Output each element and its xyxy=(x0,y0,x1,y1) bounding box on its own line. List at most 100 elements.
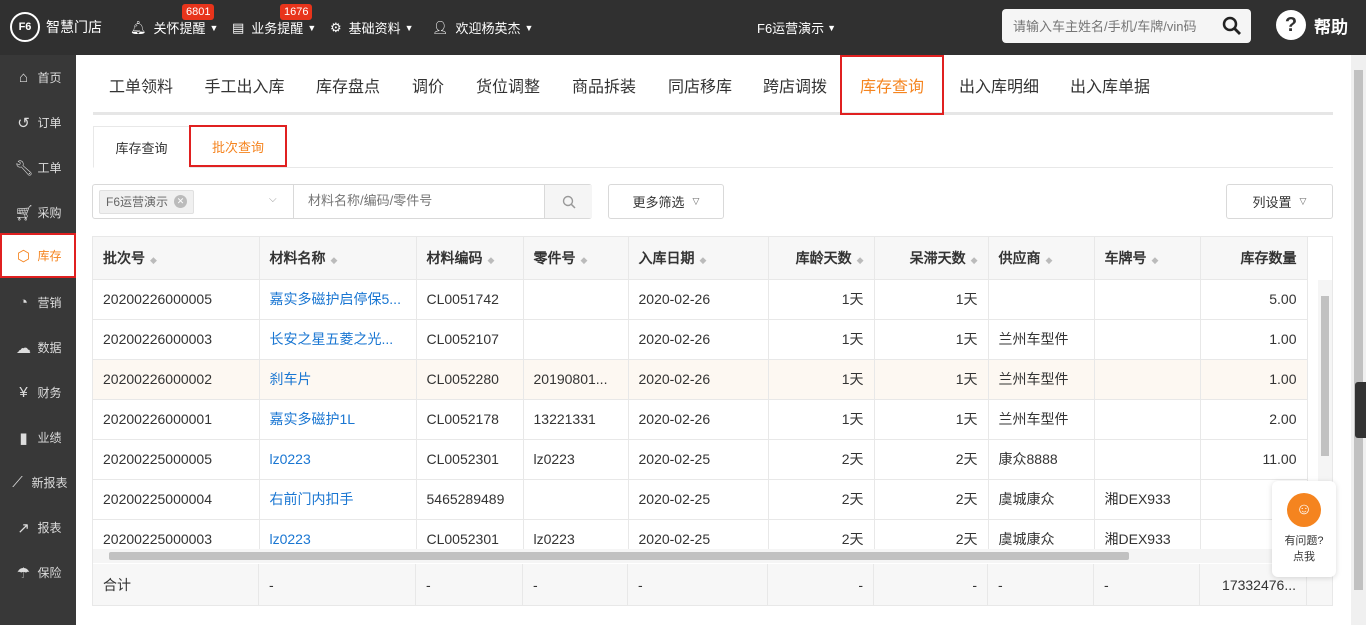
more-filters-button[interactable]: 更多筛选 ▽ xyxy=(608,184,724,219)
cell-supplier xyxy=(988,279,1095,320)
tab-stocktake[interactable]: 库存盘点 xyxy=(300,55,396,115)
sidebar-item-home[interactable]: ⌂ 首页 xyxy=(0,55,76,100)
sidebar-item-new-reports[interactable]: ⟋ 新报表 xyxy=(0,460,76,505)
summary-cell: - xyxy=(988,564,1094,605)
floating-help-widget[interactable]: ☺ 有问题? 点我 xyxy=(1272,481,1336,577)
column-header[interactable]: 批次号 ◆ xyxy=(93,237,260,280)
cell-material-name-link[interactable]: 嘉实多磁护1L xyxy=(259,399,417,440)
summary-row: 合计 - - - - - - - - 17332476... xyxy=(93,564,1332,605)
wrench-icon: 🔧︎ xyxy=(14,159,34,177)
tab-manual-in-out[interactable]: 手工出入库 xyxy=(189,55,300,115)
cell-stock-age: 1天 xyxy=(768,279,875,320)
subtab-batch-query[interactable]: 批次查询 xyxy=(189,125,287,167)
cell-supplier: 兰州车型件 xyxy=(988,399,1095,440)
bar-chart-icon: ▮ xyxy=(19,429,28,447)
cell-material-code: CL0052301 xyxy=(416,439,524,480)
more-filters-label: 更多筛选 xyxy=(632,195,685,210)
nav-user[interactable]: 👤︎ 欢迎杨英杰 ▼ xyxy=(432,0,533,55)
page-vertical-scrollbar[interactable] xyxy=(1351,55,1366,625)
logo[interactable]: F6 智慧门店 xyxy=(10,12,102,42)
cell-material-name-link[interactable]: 嘉实多磁护启停保5... xyxy=(259,279,417,320)
cell-stock-age: 1天 xyxy=(768,359,875,400)
tab-inventory-query[interactable]: 库存查询 xyxy=(840,55,944,115)
cell-plate-no xyxy=(1094,399,1201,440)
column-header[interactable]: 材料编码 ◆ xyxy=(416,237,524,280)
store-switcher[interactable]: F6运营演示 ▼ xyxy=(757,0,836,55)
cell-supplier: 兰州车型件 xyxy=(988,319,1095,360)
column-settings-button[interactable]: 列设置 ▽ xyxy=(1226,184,1333,219)
sidebar-item-marketing[interactable]: ◔ 营销 xyxy=(0,280,76,325)
subtab-inventory-query[interactable]: 库存查询 xyxy=(93,126,190,168)
side-drawer-handle[interactable] xyxy=(1355,382,1366,438)
sidebar-item-inventory[interactable]: ⬡ 库存 xyxy=(0,233,76,278)
search-icon[interactable] xyxy=(1222,16,1242,36)
nav-basic-data[interactable]: ⚙ 基础资料 ▼ xyxy=(330,0,414,55)
nav-care-reminder[interactable]: 🔔︎ 关怀提醒 ▼ 6801 xyxy=(130,0,218,55)
cell-material-name-link[interactable]: 刹车片 xyxy=(259,359,417,400)
chevron-down-icon[interactable]: ⌵ xyxy=(269,194,277,205)
scrollbar-thumb[interactable] xyxy=(1321,296,1329,456)
top-bar: F6 智慧门店 🔔︎ 关怀提醒 ▼ 6801 ▤ 业务提醒 ▼ 1676 ⚙ 基… xyxy=(0,0,1366,55)
store-chip[interactable]: F6运营演示 ✕ xyxy=(99,189,195,214)
column-header[interactable]: 车牌号 ◆ xyxy=(1094,237,1201,280)
global-search-input[interactable] xyxy=(1013,18,1225,34)
tab-location-adjust[interactable]: 货位调整 xyxy=(460,55,556,115)
tab-in-out-detail[interactable]: 出入库明细 xyxy=(944,55,1054,115)
store-chip-label: F6运营演示 xyxy=(106,195,169,209)
column-header[interactable]: 入库日期 ◆ xyxy=(628,237,769,280)
cell-material-name-link[interactable]: 右前门内扣手 xyxy=(259,479,417,520)
nav-business-reminder-label: 业务提醒 xyxy=(251,21,304,36)
cell-supplier: 康众8888 xyxy=(988,439,1095,480)
column-header[interactable]: 库龄天数 ◆ xyxy=(768,237,875,280)
nav-user-label: 欢迎杨英杰 xyxy=(455,21,521,36)
column-header[interactable]: 呆滞天数 ◆ xyxy=(874,237,989,280)
sidebar-item-reports[interactable]: ↗ 报表 xyxy=(0,505,76,550)
cell-material-name-link[interactable]: 长安之星五菱之光... xyxy=(259,319,417,360)
cell-batch-no: 20200226000003 xyxy=(93,319,260,360)
table-row[interactable]: 20200226000005 嘉实多磁护启停保5... CL0051742 20… xyxy=(93,279,1308,320)
tab-work-order-materials[interactable]: 工单领料 xyxy=(93,55,189,115)
column-header[interactable]: 材料名称 ◆ xyxy=(259,237,417,280)
cell-material-name-link[interactable]: lz0223 xyxy=(259,439,417,480)
scrollbar-thumb[interactable] xyxy=(109,552,1129,560)
sidebar-item-orders[interactable]: ↺ 订单 xyxy=(0,100,76,145)
table-horizontal-scrollbar[interactable] xyxy=(93,549,1320,563)
cell-material-code: CL0052280 xyxy=(416,359,524,400)
cell-in-date: 2020-02-26 xyxy=(628,279,769,320)
table-row[interactable]: 20200225000005 lz0223 CL0052301 lz0223 2… xyxy=(93,439,1308,480)
tab-disassembly[interactable]: 商品拆装 xyxy=(556,55,652,115)
caret-down-icon: ▼ xyxy=(827,22,837,33)
tab-same-store-transfer[interactable]: 同店移库 xyxy=(652,55,748,115)
table-row[interactable]: 20200226000003 长安之星五菱之光... CL0052107 202… xyxy=(93,319,1308,360)
table-row[interactable]: 20200226000002 刹车片 CL0052280 20190801...… xyxy=(93,359,1308,400)
cell-supplier: 虞城康众 xyxy=(988,479,1095,520)
column-header[interactable]: 供应商 ◆ xyxy=(988,237,1095,280)
table-row[interactable]: 20200225000004 右前门内扣手 5465289489 2020-02… xyxy=(93,479,1308,520)
cell-quantity: 1.00 xyxy=(1200,359,1308,400)
sidebar-item-workorders[interactable]: 🔧︎ 工单 xyxy=(0,145,76,190)
question-icon: ? xyxy=(1276,10,1306,40)
scrollbar-thumb[interactable] xyxy=(1354,70,1363,590)
nav-business-reminder[interactable]: ▤ 业务提醒 ▼ 1676 xyxy=(232,0,316,55)
help-button[interactable]: ? 帮助 xyxy=(1276,10,1348,40)
column-header[interactable]: 库存数量 xyxy=(1200,237,1308,280)
sidebar-item-performance[interactable]: ▮ 业绩 xyxy=(0,415,76,460)
sidebar-item-label: 新报表 xyxy=(31,476,68,490)
sidebar-item-purchase[interactable]: 🛒︎ 采购 xyxy=(0,190,76,235)
sidebar-item-finance[interactable]: ¥ 财务 xyxy=(0,370,76,415)
sort-icon: ◆ xyxy=(487,254,495,265)
close-icon[interactable]: ✕ xyxy=(174,195,188,208)
sidebar-item-label: 订单 xyxy=(37,116,62,130)
caret-down-icon: ▼ xyxy=(307,22,317,33)
table-row[interactable]: 20200226000001 嘉实多磁护1L CL0052178 1322133… xyxy=(93,399,1308,440)
tab-in-out-documents[interactable]: 出入库单据 xyxy=(1054,55,1166,115)
tab-price-adjust[interactable]: 调价 xyxy=(396,55,460,115)
help-widget-line2: 点我 xyxy=(1293,551,1315,563)
keyword-search-input[interactable] xyxy=(308,193,538,208)
table-header-row: 批次号 ◆ 材料名称 ◆ 材料编码 ◆ 零件号 ◆ 入库日期 ◆ 库龄天数 ◆ 呆滞天数 ◆ … xyxy=(93,237,1308,280)
column-header[interactable]: 零件号 ◆ xyxy=(523,237,629,280)
sidebar-item-data[interactable]: ☁ 数据 xyxy=(0,325,76,370)
tab-cross-store-transfer[interactable]: 跨店调拨 xyxy=(748,55,842,115)
sidebar-item-insurance[interactable]: ☂ 保险 xyxy=(0,550,76,595)
keyword-search-button[interactable] xyxy=(544,185,592,218)
